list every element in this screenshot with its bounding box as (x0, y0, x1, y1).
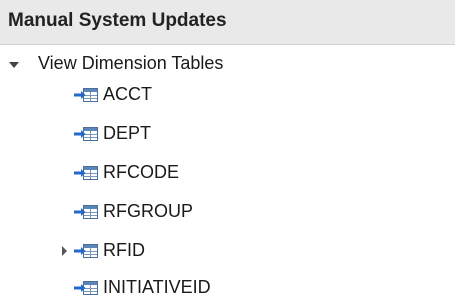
tree-item-label[interactable]: DEPT (103, 123, 151, 144)
tree-item-rfcode[interactable]: RFCODE (0, 160, 455, 186)
chevron-down-icon[interactable] (9, 62, 19, 68)
panel-header: Manual System Updates (0, 0, 455, 45)
tree-item-label[interactable]: RFGROUP (103, 201, 193, 222)
table-link-icon (74, 88, 98, 102)
tree-item-rfid[interactable]: RFID (0, 238, 455, 264)
table-link-icon (74, 127, 98, 141)
chevron-right-icon[interactable] (62, 246, 67, 256)
tree-node-view-dimension-tables[interactable]: View Dimension Tables (0, 51, 455, 77)
tree-item-rfgroup[interactable]: RFGROUP (0, 199, 455, 225)
table-link-icon (74, 281, 98, 295)
tree-item-label[interactable]: ACCT (103, 84, 152, 105)
tree-item-initiativeid[interactable]: INITIATIVEID (0, 275, 455, 301)
tree-node-label[interactable]: View Dimension Tables (38, 53, 223, 74)
tree-item-label[interactable]: RFID (103, 240, 145, 261)
table-link-icon (74, 166, 98, 180)
table-link-icon (74, 244, 98, 258)
tree-item-label[interactable]: RFCODE (103, 162, 179, 183)
tree-item-dept[interactable]: DEPT (0, 121, 455, 147)
tree-item-label[interactable]: INITIATIVEID (103, 277, 211, 298)
dimension-tree: View Dimension Tables ACCT DEPT RFCODE R… (0, 45, 455, 301)
table-link-icon (74, 205, 98, 219)
tree-item-acct[interactable]: ACCT (0, 82, 455, 108)
panel-title: Manual System Updates (8, 10, 227, 31)
